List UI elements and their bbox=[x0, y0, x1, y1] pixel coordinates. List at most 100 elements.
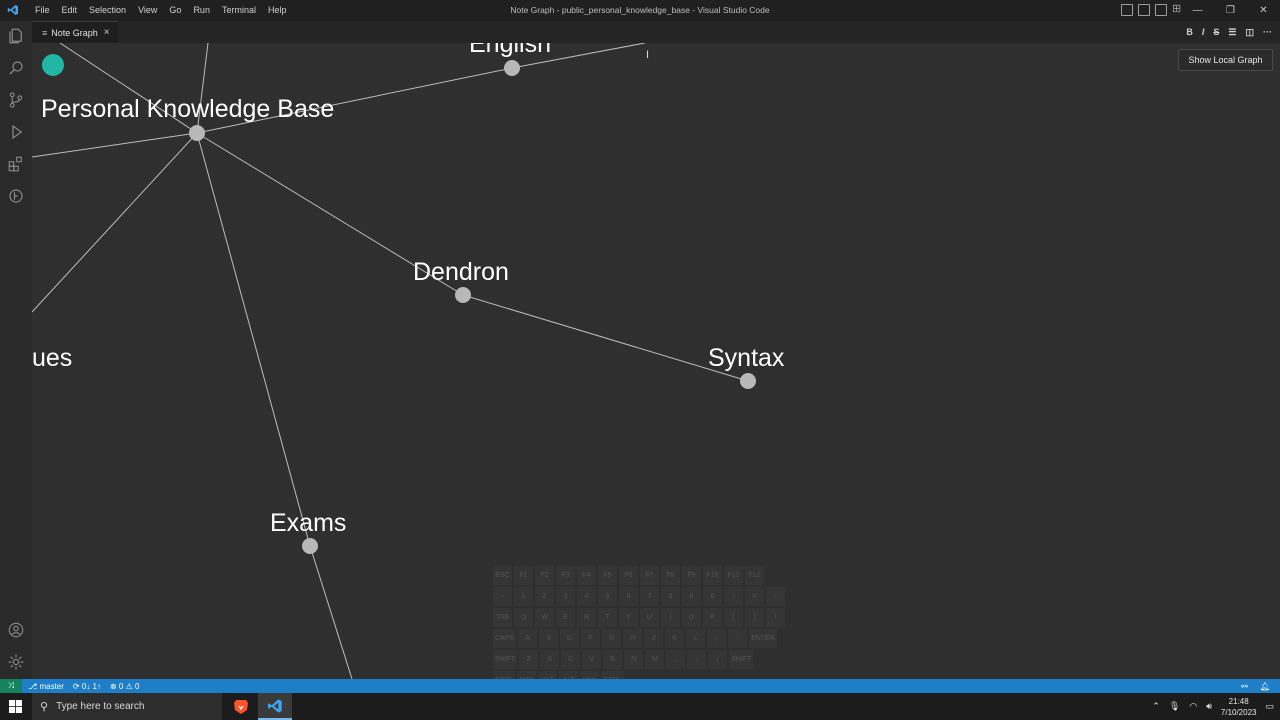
notifications-bell-icon[interactable]: 🔔︎ bbox=[1260, 682, 1270, 691]
wifi-icon[interactable]: ◠ bbox=[1189, 701, 1197, 712]
keyboard-key[interactable]: L bbox=[686, 629, 706, 648]
keyboard-key[interactable]: ; bbox=[707, 629, 727, 648]
keyboard-key[interactable]: R bbox=[577, 608, 596, 627]
keyboard-key[interactable]: W bbox=[535, 608, 554, 627]
keyboard-key[interactable]: ' bbox=[728, 629, 748, 648]
keyboard-key[interactable]: = bbox=[745, 587, 764, 606]
live-share-icon[interactable]: ⚯ bbox=[1241, 682, 1248, 691]
keyboard-key[interactable]: F8 bbox=[661, 566, 680, 585]
keyboard-key[interactable]: [ bbox=[724, 608, 743, 627]
list-icon[interactable]: ☰ bbox=[1228, 27, 1236, 38]
keyboard-key[interactable]: D bbox=[560, 629, 580, 648]
keyboard-key[interactable]: ~ bbox=[493, 587, 512, 606]
keyboard-key[interactable]: - bbox=[724, 587, 743, 606]
keyboard-key[interactable]: Q bbox=[514, 608, 533, 627]
keyboard-key[interactable]: V bbox=[582, 650, 602, 669]
keyboard-key[interactable]: F11 bbox=[724, 566, 743, 585]
keyboard-key[interactable]: Y bbox=[619, 608, 638, 627]
more-actions-icon[interactable]: ··· bbox=[1263, 27, 1272, 37]
keyboard-key[interactable]: H bbox=[623, 629, 643, 648]
tray-overflow-icon[interactable]: ⌃ bbox=[1152, 701, 1160, 712]
node-english[interactable] bbox=[504, 60, 520, 76]
brave-browser-app[interactable] bbox=[224, 693, 258, 720]
keyboard-key[interactable]: F5 bbox=[598, 566, 617, 585]
keyboard-key[interactable]: G bbox=[602, 629, 622, 648]
keyboard-key[interactable]: B bbox=[603, 650, 623, 669]
toggle-primary-sidebar-icon[interactable] bbox=[1121, 4, 1133, 16]
menu-view[interactable]: View bbox=[132, 0, 163, 21]
search-icon[interactable] bbox=[7, 59, 25, 77]
keyboard-key[interactable]: ] bbox=[745, 608, 764, 627]
keyboard-key[interactable]: O bbox=[682, 608, 701, 627]
menu-help[interactable]: Help bbox=[262, 0, 293, 21]
sync-status[interactable]: ⟳ 0↓ 1↑ bbox=[73, 682, 101, 691]
keyboard-key[interactable]: 5 bbox=[598, 587, 617, 606]
remote-indicator-icon[interactable]: ⤨ bbox=[0, 679, 22, 693]
keyboard-key[interactable]: F4 bbox=[577, 566, 596, 585]
close-window-icon[interactable]: ✕ bbox=[1247, 0, 1280, 21]
menu-selection[interactable]: Selection bbox=[83, 0, 132, 21]
split-editor-icon[interactable]: ◫ bbox=[1245, 27, 1254, 38]
clock[interactable]: 21:48 7/10/2023 bbox=[1221, 696, 1257, 718]
bold-icon[interactable]: B bbox=[1186, 27, 1193, 37]
keyboard-key[interactable]: F bbox=[581, 629, 601, 648]
keyboard-key[interactable]: P bbox=[703, 608, 722, 627]
keyboard-key[interactable]: . bbox=[687, 650, 707, 669]
keyboard-key[interactable]: F1 bbox=[514, 566, 533, 585]
keyboard-key[interactable]: 3 bbox=[556, 587, 575, 606]
close-tab-icon[interactable]: × bbox=[104, 27, 110, 38]
restore-icon[interactable]: ❐ bbox=[1214, 0, 1247, 21]
keyboard-key[interactable]: F9 bbox=[682, 566, 701, 585]
keyboard-key[interactable]: \ bbox=[766, 608, 785, 627]
keyboard-key[interactable]: SHIFT bbox=[493, 650, 518, 669]
keyboard-key[interactable]: ENTER bbox=[749, 629, 777, 648]
settings-gear-icon[interactable] bbox=[7, 653, 25, 671]
keyboard-key[interactable]: CAPS bbox=[493, 629, 517, 648]
volume-icon[interactable]: 🔊︎ bbox=[1206, 701, 1212, 712]
keyboard-key[interactable]: U bbox=[640, 608, 659, 627]
keyboard-key[interactable]: SHIFT bbox=[729, 650, 754, 669]
keyboard-key[interactable]: F3 bbox=[556, 566, 575, 585]
extensions-icon[interactable] bbox=[7, 155, 25, 173]
node-exams[interactable] bbox=[302, 538, 318, 554]
accounts-icon[interactable] bbox=[7, 621, 25, 639]
keyboard-key[interactable]: K bbox=[665, 629, 685, 648]
keyboard-key[interactable]: ← bbox=[766, 587, 785, 606]
run-debug-icon[interactable] bbox=[7, 123, 25, 141]
tab-note-graph[interactable]: ≡ Note Graph × bbox=[32, 21, 118, 43]
show-local-graph-button[interactable]: Show Local Graph bbox=[1178, 49, 1273, 71]
menu-terminal[interactable]: Terminal bbox=[216, 0, 262, 21]
keyboard-key[interactable]: A bbox=[518, 629, 538, 648]
keyboard-key[interactable]: T bbox=[598, 608, 617, 627]
toggle-panel-icon[interactable] bbox=[1138, 4, 1150, 16]
italic-icon[interactable]: I bbox=[1202, 27, 1205, 37]
microphone-icon[interactable]: 🎙︎ bbox=[1169, 701, 1180, 712]
dendron-icon[interactable] bbox=[7, 187, 25, 205]
windows-start-icon[interactable] bbox=[9, 700, 22, 713]
keyboard-key[interactable]: 2 bbox=[535, 587, 554, 606]
keyboard-key[interactable]: 4 bbox=[577, 587, 596, 606]
keyboard-key[interactable]: X bbox=[540, 650, 560, 669]
keyboard-key[interactable]: 1 bbox=[514, 587, 533, 606]
keyboard-key[interactable]: N bbox=[624, 650, 644, 669]
branch-status[interactable]: ⎇ master bbox=[28, 682, 64, 691]
keyboard-key[interactable]: I bbox=[661, 608, 680, 627]
node-personal-knowledge-base[interactable] bbox=[189, 125, 205, 141]
keyboard-key[interactable]: 0 bbox=[703, 587, 722, 606]
source-control-icon[interactable] bbox=[7, 91, 25, 109]
toggle-secondary-sidebar-icon[interactable] bbox=[1155, 4, 1167, 16]
strikethrough-icon[interactable]: S bbox=[1213, 27, 1219, 37]
keyboard-key[interactable]: C bbox=[561, 650, 581, 669]
keyboard-key[interactable]: TAB bbox=[493, 608, 512, 627]
vscode-app[interactable] bbox=[258, 693, 292, 720]
taskbar-search[interactable]: ⚲ Type here to search bbox=[32, 693, 222, 720]
keyboard-key[interactable]: J bbox=[644, 629, 664, 648]
explorer-icon[interactable] bbox=[7, 27, 25, 45]
keyboard-key[interactable]: F6 bbox=[619, 566, 638, 585]
keyboard-key[interactable]: 6 bbox=[619, 587, 638, 606]
keyboard-key[interactable]: / bbox=[708, 650, 728, 669]
keyboard-key[interactable]: , bbox=[666, 650, 686, 669]
keyboard-key[interactable]: 7 bbox=[640, 587, 659, 606]
keyboard-key[interactable]: F7 bbox=[640, 566, 659, 585]
keyboard-key[interactable]: 8 bbox=[661, 587, 680, 606]
